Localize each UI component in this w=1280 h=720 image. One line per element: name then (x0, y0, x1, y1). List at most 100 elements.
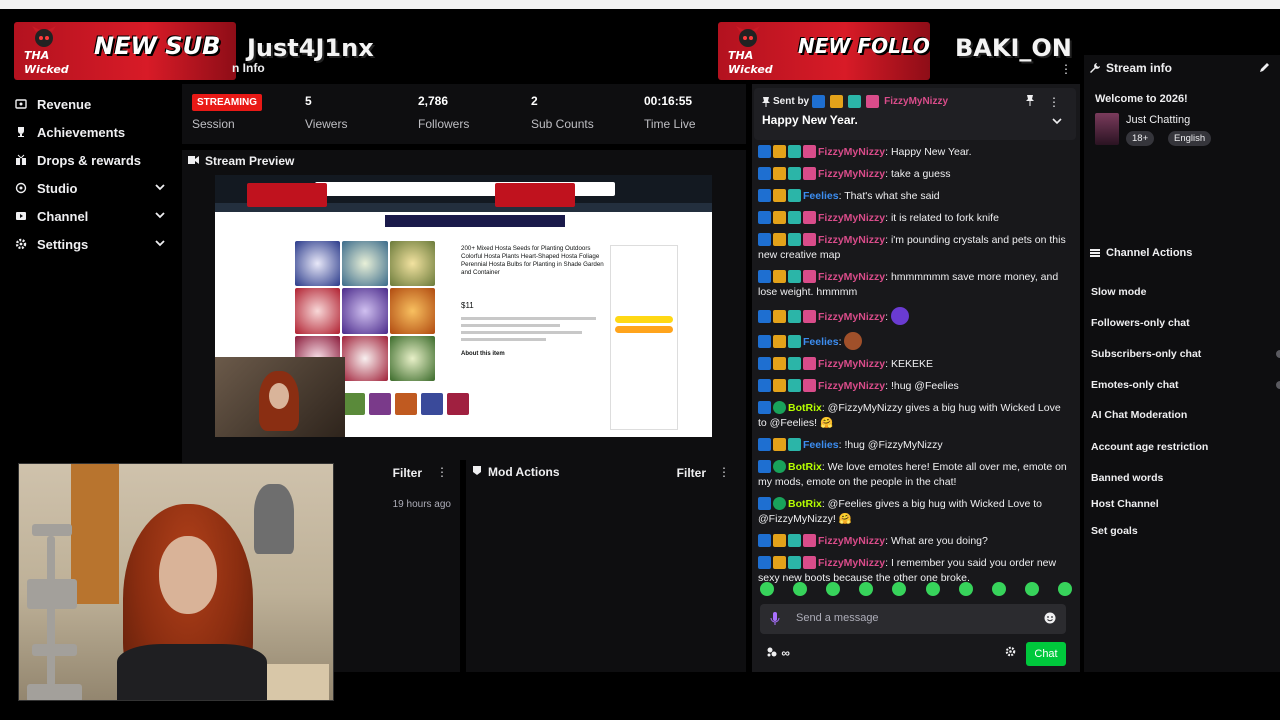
chat-input-placeholder: Send a message (796, 612, 879, 624)
action-set-goals[interactable]: Set goals (1091, 525, 1138, 537)
chat-more-icon[interactable]: ⋮ (1060, 62, 1072, 76)
chat-username[interactable]: FizzyMyNizzy (818, 358, 885, 370)
emote-icon[interactable] (1057, 582, 1072, 596)
badge-icon (788, 357, 801, 370)
badge-icon (812, 95, 826, 108)
emote-icon[interactable] (925, 582, 940, 596)
chat-username[interactable]: FizzyMyNizzy (818, 311, 885, 323)
badge-icon (773, 534, 786, 547)
chat-input[interactable]: Send a message (760, 604, 1066, 634)
chevron-down-icon[interactable] (1052, 117, 1062, 125)
product-thumbnails (343, 393, 469, 415)
chat-username[interactable]: Feelies (803, 336, 839, 348)
badge-icon (758, 401, 771, 414)
chat-username[interactable]: Feelies (803, 439, 839, 451)
tag-mature[interactable]: 18+ (1126, 131, 1155, 146)
nav-item-studio[interactable]: Studio (0, 174, 180, 202)
nav-item-achievements[interactable]: Achievements (0, 118, 180, 146)
badge-icon (788, 438, 801, 451)
nav-item-revenue[interactable]: Revenue (0, 90, 180, 118)
pinned-message[interactable]: Sent by FizzyMyNizzy Happy New Year. ⋮ (754, 88, 1076, 140)
emote-icon[interactable] (991, 582, 1006, 596)
chat-username[interactable]: FizzyMyNizzy (818, 168, 885, 180)
badge-icon (758, 460, 771, 473)
chat-text: : !hug @Feelies (885, 380, 959, 392)
pinned-sent-by-label: Sent by (773, 96, 810, 107)
chat-message: FizzyMyNizzy: hmmmmmm save more money, a… (758, 267, 1070, 304)
subscribers-only-toggle[interactable] (1276, 350, 1280, 358)
action-subscribers-only[interactable]: Subscribers-only chat (1091, 348, 1201, 360)
action-account-age[interactable]: Account age restriction (1091, 441, 1208, 453)
chat-settings-icon[interactable] (1005, 646, 1016, 657)
emote-icon[interactable] (826, 582, 841, 596)
chat-username[interactable]: FizzyMyNizzy (818, 234, 885, 246)
action-followers-only[interactable]: Followers-only chat (1091, 317, 1190, 329)
wicked-one-logo: THA Wicked (24, 26, 69, 76)
badge-icon (788, 335, 801, 348)
emotes-only-toggle[interactable] (1276, 381, 1280, 389)
chat-username[interactable]: FizzyMyNizzy (818, 380, 885, 392)
webcam-cat-tree (27, 524, 82, 700)
action-host-channel[interactable]: Host Channel (1091, 498, 1159, 510)
stat-label: Session (192, 117, 235, 131)
pinned-more-icon[interactable]: ⋮ (1048, 95, 1060, 109)
dollar-icon (14, 97, 28, 111)
unpin-icon[interactable] (1026, 95, 1034, 106)
mini-follower-alert (495, 183, 575, 207)
chat-message: BotRix: We love emotes here! Emote all o… (758, 457, 1070, 494)
nav-item-drops[interactable]: Drops & rewards (0, 146, 180, 174)
send-chat-button[interactable]: Chat (1026, 642, 1066, 666)
product-about: About this item (461, 351, 505, 357)
badge-icon (773, 189, 786, 202)
emote-icon[interactable] (1024, 582, 1039, 596)
nav-item-settings[interactable]: Settings (0, 230, 180, 258)
stream-info-header: Stream info (1090, 61, 1172, 75)
emote-icon[interactable] (859, 582, 874, 596)
stream-info-tab[interactable]: n Info (232, 61, 265, 75)
category-name[interactable]: Just Chatting (1126, 114, 1190, 126)
stat-value: 2 (531, 94, 538, 108)
points-icon (767, 647, 777, 657)
chat-username[interactable]: FizzyMyNizzy (818, 557, 885, 569)
chat-text: : !hug @FizzyMyNizzy (838, 439, 943, 451)
chat-username[interactable]: BotRix (788, 461, 822, 473)
badge-icon (773, 460, 786, 473)
edit-icon[interactable] (1260, 62, 1270, 72)
emoji-picker-icon[interactable] (1044, 612, 1056, 624)
action-ai-moderation[interactable]: AI Chat Moderation (1091, 409, 1187, 421)
emote-icon[interactable] (760, 582, 774, 596)
emote-icon[interactable] (958, 582, 973, 596)
chat-username[interactable]: FizzyMyNizzy (818, 146, 885, 158)
emote-icon[interactable] (793, 582, 808, 596)
chat-text: : KEKEKE (885, 358, 933, 370)
stream-preview-video[interactable]: 200+ Mixed Hosta Seeds for Planting Outd… (215, 175, 712, 437)
mod-actions-panel: Mod Actions Filter ⋮ (466, 460, 746, 672)
chat-username[interactable]: BotRix (788, 498, 822, 510)
chat-username[interactable]: Feelies (803, 190, 839, 202)
badge-icon (788, 534, 801, 547)
microphone-icon[interactable] (770, 612, 780, 626)
emote-icon[interactable] (892, 582, 907, 596)
action-slow-mode[interactable]: Slow mode (1091, 286, 1146, 298)
svg-text:Wicked: Wicked (24, 63, 69, 76)
chat-username[interactable]: BotRix (788, 402, 822, 414)
stat-session: STREAMING Session (182, 84, 292, 144)
nav-item-channel[interactable]: Channel (0, 202, 180, 230)
mod-filter-button[interactable]: Filter (677, 466, 706, 480)
activity-filter-button[interactable]: Filter (393, 466, 422, 480)
badge-icon (788, 310, 801, 323)
action-banned-words[interactable]: Banned words (1091, 472, 1163, 484)
tag-language[interactable]: English (1168, 131, 1212, 146)
channel-points[interactable]: ∞ (766, 646, 790, 660)
pin-icon (762, 96, 770, 107)
pinned-username[interactable]: FizzyMyNizzy (884, 96, 948, 107)
stat-value: 00:16:55 (644, 94, 693, 108)
more-options-icon[interactable]: ⋮ (436, 465, 448, 479)
more-options-icon[interactable]: ⋮ (718, 465, 730, 479)
badge-icon (866, 95, 880, 108)
chat-username[interactable]: FizzyMyNizzy (818, 271, 885, 283)
chat-username[interactable]: FizzyMyNizzy (818, 212, 885, 224)
chat-username[interactable]: FizzyMyNizzy (818, 535, 885, 547)
wrench-icon (1090, 63, 1100, 73)
action-emotes-only[interactable]: Emotes-only chat (1091, 379, 1179, 391)
